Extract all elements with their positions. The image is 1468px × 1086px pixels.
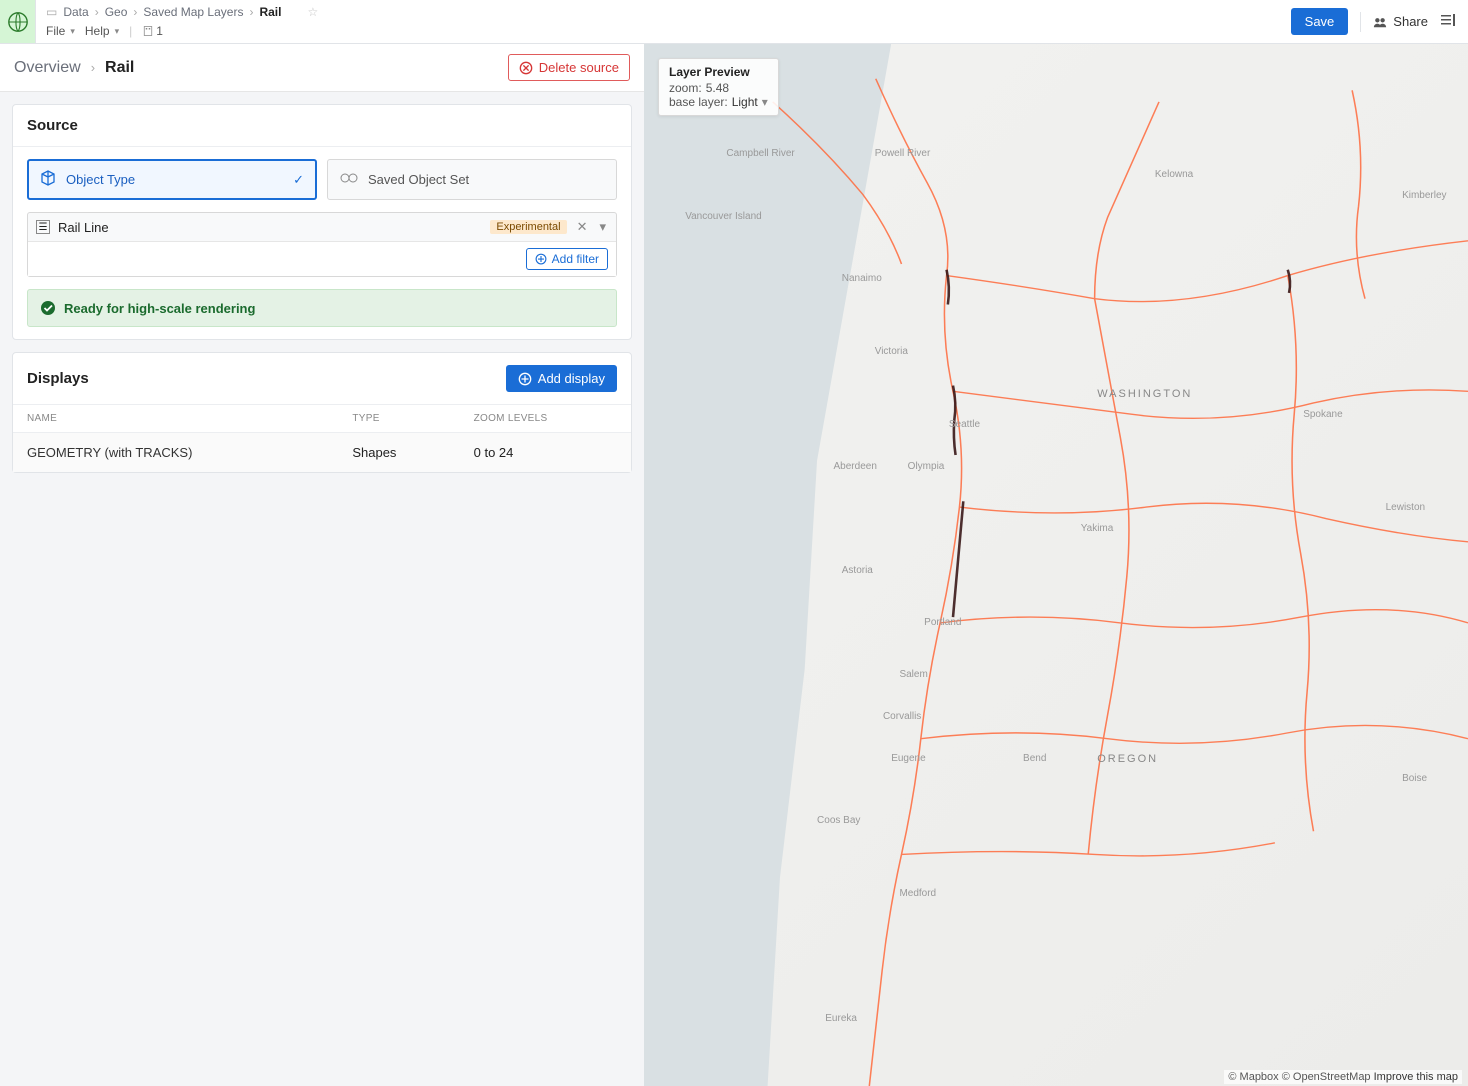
displays-table: NAME TYPE ZOOM LEVELS GEOMETRY (with TRA… (13, 405, 631, 472)
topbar: ▭ Data › Geo › Saved Map Layers › Rail ☆… (0, 0, 1468, 44)
file-menu[interactable]: File (46, 24, 75, 38)
source-entity-chip: ☰ Rail Line Experimental ✕ ▾ Add filter (27, 212, 617, 277)
object-type-option[interactable]: Object Type ✓ (27, 159, 317, 200)
displays-card: Displays Add display NAME TYPE ZOOM LEVE… (12, 352, 632, 473)
cube-icon (40, 170, 56, 189)
breadcrumb-item[interactable]: Data (63, 5, 88, 19)
add-display-label: Add display (538, 371, 605, 386)
ready-banner: Ready for high-scale rendering (27, 289, 617, 327)
ready-text: Ready for high-scale rendering (64, 301, 255, 316)
breadcrumb-item[interactable]: Geo (105, 5, 128, 19)
topbar-actions: Save Share (1279, 0, 1468, 43)
source-card-header: Source (13, 105, 631, 147)
collaborators[interactable]: 1 (142, 24, 163, 38)
base-layer-label: base layer: (669, 95, 728, 109)
check-circle-icon (40, 300, 56, 316)
base-layer-select[interactable]: Light ▾ (732, 95, 768, 109)
breadcrumb-current: Rail (259, 5, 281, 19)
saved-set-label: Saved Object Set (368, 172, 469, 187)
map-attribution: © Mapbox © OpenStreetMap Improve this ma… (1224, 1070, 1462, 1084)
plus-circle-icon (535, 253, 547, 265)
help-menu[interactable]: Help (85, 24, 119, 38)
app-logo[interactable] (0, 0, 36, 43)
entity-name: Rail Line (58, 220, 482, 235)
topbar-menu: File Help | 1 (46, 22, 1269, 42)
chevron-right-icon: › (249, 5, 253, 19)
topbar-main: ▭ Data › Geo › Saved Map Layers › Rail ☆… (36, 0, 1279, 43)
people-icon (1373, 15, 1387, 29)
zoom-value: 5.48 (706, 81, 729, 95)
display-name: GEOMETRY (with TRACKS) (13, 433, 338, 473)
source-type-options: Object Type ✓ Saved Object Set (27, 159, 617, 200)
app-body: Overview › Rail Delete source Source Obj… (0, 44, 1468, 1086)
divider (1360, 12, 1361, 32)
layer-preview-title: Layer Preview (669, 65, 768, 79)
add-display-button[interactable]: Add display (506, 365, 617, 392)
saved-object-set-option[interactable]: Saved Object Set (327, 159, 617, 200)
left-header: Overview › Rail Delete source (0, 44, 644, 92)
delete-source-label: Delete source (539, 60, 619, 75)
folder-icon: ▭ (46, 5, 57, 19)
col-name: NAME (13, 405, 338, 433)
add-filter-button[interactable]: Add filter (526, 248, 608, 270)
layer-preview-panel: Layer Preview zoom: 5.48 base layer: Lig… (658, 58, 779, 116)
chevron-right-icon: › (133, 5, 137, 19)
table-row[interactable]: GEOMETRY (with TRACKS) Shapes 0 to 24 (13, 433, 631, 473)
osm-link[interactable]: © OpenStreetMap (1282, 1071, 1371, 1083)
map-panel: WASHINGTON OREGON Campbell River Powell … (644, 44, 1468, 1086)
set-icon (340, 172, 358, 187)
chevron-down-icon[interactable]: ▾ (597, 219, 608, 235)
globe-icon (7, 11, 29, 33)
zoom-label: zoom: (669, 81, 702, 95)
share-label: Share (1393, 14, 1428, 29)
col-type: TYPE (338, 405, 459, 433)
improve-map-link[interactable]: Improve this map (1374, 1071, 1458, 1083)
display-type: Shapes (338, 433, 459, 473)
base-layer-value: Light (732, 95, 758, 109)
entity-icon: ☰ (36, 220, 50, 234)
save-button[interactable]: Save (1291, 8, 1349, 35)
display-zoom: 0 to 24 (460, 433, 631, 473)
mapbox-link[interactable]: © Mapbox (1228, 1071, 1278, 1083)
divider: | (129, 24, 132, 38)
add-filter-label: Add filter (552, 252, 599, 266)
map-canvas[interactable]: WASHINGTON OREGON Campbell River Powell … (644, 44, 1468, 1086)
building-icon (142, 25, 154, 37)
displays-title: Displays (27, 370, 89, 387)
collab-count: 1 (156, 24, 163, 38)
breadcrumb-item[interactable]: Saved Map Layers (143, 5, 243, 19)
clear-icon[interactable]: ✕ (575, 219, 590, 235)
check-icon: ✓ (293, 172, 304, 188)
delete-source-button[interactable]: Delete source (508, 54, 630, 81)
plus-circle-icon (518, 372, 532, 386)
col-zoom: ZOOM LEVELS (460, 405, 631, 433)
chevron-right-icon: › (91, 60, 95, 75)
source-card: Source Object Type ✓ Saved Object Set (12, 104, 632, 340)
experimental-badge: Experimental (490, 220, 566, 234)
share-button[interactable]: Share (1373, 14, 1428, 29)
panel-toggle-icon[interactable] (1440, 12, 1456, 31)
object-type-label: Object Type (66, 172, 135, 187)
breadcrumb: ▭ Data › Geo › Saved Map Layers › Rail ☆ (46, 2, 1269, 22)
map-rail-lines (644, 44, 1468, 1086)
delete-icon (519, 61, 533, 75)
chevron-right-icon: › (95, 5, 99, 19)
star-icon[interactable]: ☆ (307, 5, 318, 19)
left-panel: Overview › Rail Delete source Source Obj… (0, 44, 644, 1086)
overview-link[interactable]: Overview (14, 59, 81, 77)
chevron-down-icon: ▾ (762, 95, 768, 109)
page-title: Rail (105, 59, 134, 77)
displays-card-header: Displays Add display (13, 353, 631, 405)
